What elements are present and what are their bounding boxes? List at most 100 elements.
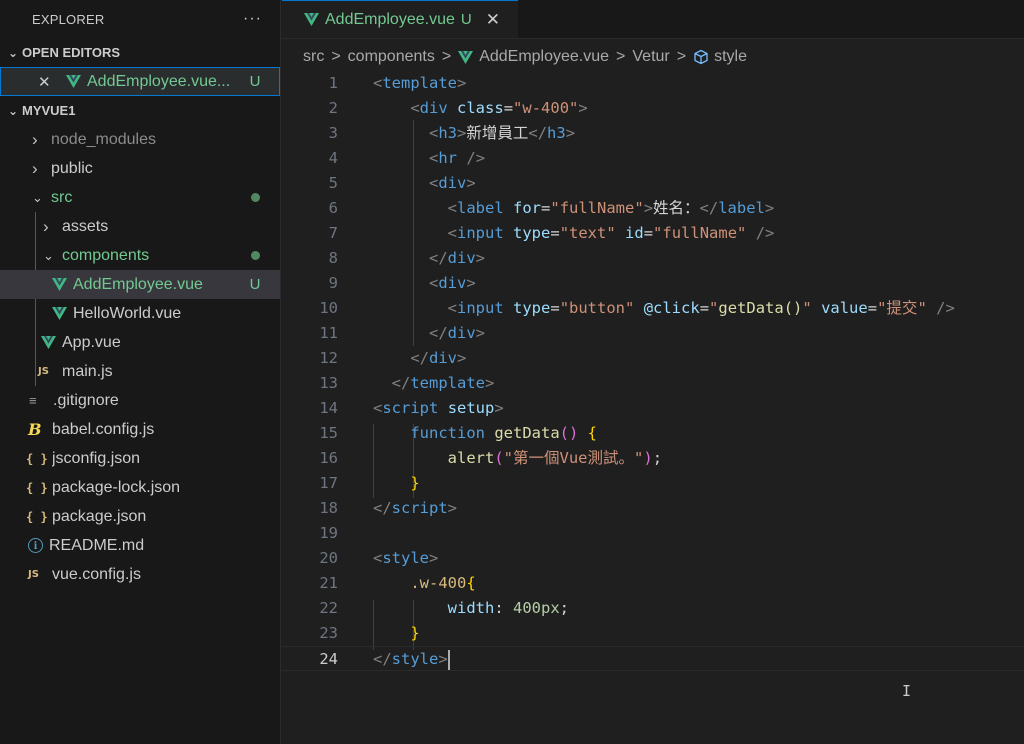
tree-item-add-employee[interactable]: AddEmployee.vue U [0, 270, 280, 299]
line-number: 24 [319, 650, 338, 668]
untracked-badge: U [460, 11, 472, 28]
info-icon: i [28, 538, 43, 553]
breadcrumb-file[interactable]: AddEmployee.vue [458, 48, 609, 66]
line-number: 15 [319, 424, 338, 442]
tree-item-package-lock[interactable]: { } package-lock.json [0, 473, 280, 502]
code-line: 13 </template> [282, 371, 1024, 396]
tree-item-label: package-lock.json [52, 478, 181, 496]
code-function: getData() [718, 299, 803, 317]
tree-item-label: node_modules [51, 130, 156, 148]
chevron-down-icon: ⌄ [8, 103, 19, 118]
open-editor-item[interactable]: ✕ AddEmployee.vue... U [0, 67, 280, 96]
json-file-icon: { } [26, 480, 48, 495]
vue-icon [52, 278, 67, 291]
code-value: 400px [513, 599, 560, 617]
tree-item-label: AddEmployee.vue [73, 275, 203, 293]
tree-item-public[interactable]: › public [0, 154, 280, 183]
breadcrumb-src[interactable]: src [303, 48, 324, 66]
tree-item-babel-config[interactable]: B babel.config.js [0, 415, 280, 444]
tree-item-vue-config[interactable]: JS vue.config.js [0, 560, 280, 589]
tree-item-hello-world[interactable]: HelloWorld.vue [0, 299, 280, 328]
tree-item-node-modules[interactable]: › node_modules [0, 125, 280, 154]
code-string: "第一個Vue測試。" [503, 449, 644, 467]
line-number: 12 [319, 349, 338, 367]
chevron-down-icon: ⌄ [43, 247, 54, 263]
code-line: 11 </div> [282, 321, 1024, 346]
line-number: 19 [319, 524, 338, 542]
vue-icon [66, 75, 81, 88]
line-number: 23 [319, 624, 338, 642]
project-section[interactable]: ⌄ MYVUE1 [0, 96, 280, 125]
line-number: 6 [328, 199, 338, 217]
code-string: "button" [559, 299, 635, 317]
tree-item-label: HelloWorld.vue [73, 304, 182, 322]
tree-item-package-json[interactable]: { } package.json [0, 502, 280, 531]
explorer-title: EXPLORER [32, 11, 105, 27]
code-line: 3 <h3>新增員工</h3> [282, 121, 1024, 146]
code-line: 20 <style> [282, 546, 1024, 571]
line-number: 16 [319, 449, 338, 467]
code-line: 16 alert("第一個Vue測試。"); [282, 446, 1024, 471]
tab-add-employee[interactable]: AddEmployee.vue U ✕ [282, 0, 518, 38]
line-number: 18 [319, 499, 338, 517]
tree-item-label: App.vue [62, 333, 121, 351]
code-line: 5 <div> [282, 171, 1024, 196]
line-number: 13 [319, 374, 338, 392]
project-label: MYVUE1 [22, 103, 76, 118]
breadcrumb-components[interactable]: components [348, 48, 435, 66]
ibeam-cursor-icon: I [902, 682, 912, 700]
explorer-header: EXPLORER ··· [0, 0, 280, 38]
line-number: 21 [319, 574, 338, 592]
tree-item-readme[interactable]: i README.md [0, 531, 280, 560]
close-icon[interactable]: ✕ [486, 10, 500, 30]
tree-item-label: babel.config.js [52, 420, 155, 438]
code-editor[interactable]: 1 <template> 2 <div class="w-400"> 3 <h3>… [282, 70, 1024, 744]
vue-icon [304, 13, 319, 26]
code-line: 14 <script setup> [282, 396, 1024, 421]
tree-item-label: main.js [62, 362, 113, 380]
open-editors-section[interactable]: ⌄ OPEN EDITORS [0, 38, 280, 67]
vue-icon [52, 307, 67, 320]
tree-item-main-js[interactable]: JS main.js [0, 357, 280, 386]
code-text: 姓名： [653, 199, 700, 217]
line-number: 17 [319, 474, 338, 492]
line-number: 20 [319, 549, 338, 567]
line-number: 9 [328, 274, 338, 292]
code-line: 23 } [282, 621, 1024, 646]
chevron-right-icon: › [43, 216, 49, 236]
open-editors-label: OPEN EDITORS [22, 45, 121, 60]
tree-item-jsconfig[interactable]: { } jsconfig.json [0, 444, 280, 473]
line-number: 7 [328, 224, 338, 242]
code-line: 7 <input type="text" id="fullName" /> [282, 221, 1024, 246]
tree-item-components[interactable]: ⌄ components [0, 241, 280, 270]
line-number: 22 [319, 599, 338, 617]
modified-dot [251, 193, 260, 202]
tree-item-src[interactable]: ⌄ src [0, 183, 280, 212]
text-caret [447, 649, 450, 670]
tree-item-assets[interactable]: › assets [0, 212, 280, 241]
tree-item-label: public [51, 159, 93, 177]
code-string: "fullName" [653, 224, 747, 242]
breadcrumb-style-label: style [714, 48, 747, 65]
chevron-right-icon: › [32, 129, 38, 149]
vue-icon [41, 336, 56, 349]
tree-item-label: package.json [52, 507, 147, 525]
vue-icon [458, 50, 474, 64]
tree-item-gitignore[interactable]: ≡ .gitignore [0, 386, 280, 415]
gitignore-icon: ≡ [29, 393, 37, 408]
more-actions-icon[interactable]: ··· [243, 10, 262, 28]
breadcrumb: src > components > AddEmployee.vue > Vet… [303, 45, 747, 69]
file-tree: › node_modules › public ⌄ src › assets ⌄… [0, 125, 280, 589]
close-icon[interactable]: ✕ [38, 73, 52, 91]
breadcrumb-vetur[interactable]: Vetur [632, 48, 669, 66]
untracked-badge: U [249, 276, 261, 293]
code-string: 提交 [886, 299, 918, 317]
tree-item-app-vue[interactable]: App.vue [0, 328, 280, 357]
tree-item-label: components [62, 246, 150, 264]
breadcrumb-style[interactable]: style [693, 48, 747, 66]
cube-icon [694, 49, 708, 65]
line-number: 14 [319, 399, 338, 417]
code-function: getData [494, 424, 560, 442]
chevron-down-icon: ⌄ [32, 189, 43, 205]
code-property: width [447, 599, 495, 617]
